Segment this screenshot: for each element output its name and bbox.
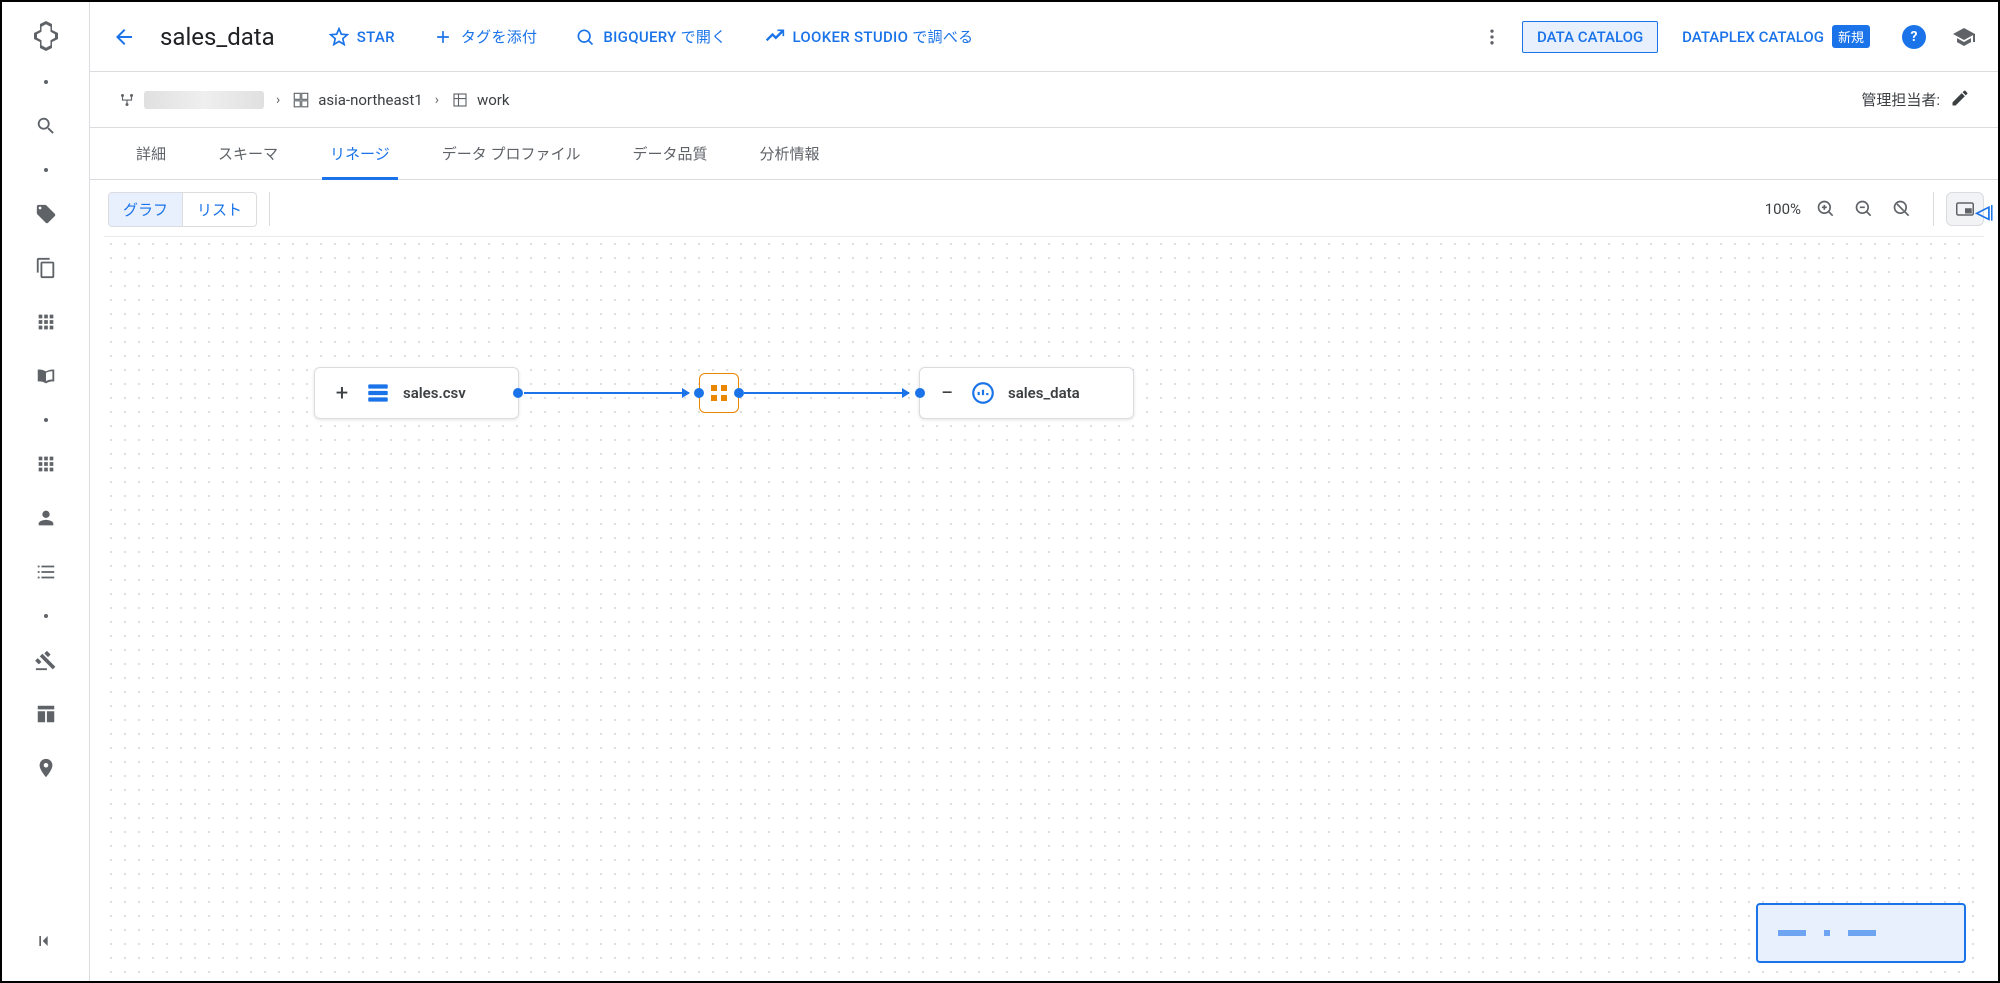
lineage-node-source[interactable]: + sales.csv	[314, 367, 519, 419]
rail-map-icon[interactable]	[22, 744, 70, 792]
open-bigquery-label: BIGQUERY で開く	[603, 26, 726, 47]
top-action-bar: sales_data STAR タグを添付 BIGQUERY で開く LOOKE…	[90, 2, 1998, 72]
page-title: sales_data	[160, 23, 275, 51]
lineage-edge	[524, 392, 689, 394]
rail-separator	[44, 168, 48, 172]
dataplex-catalog-label: DATAPLEX CATALOG	[1682, 28, 1824, 46]
dataplex-catalog-button[interactable]: DATAPLEX CATALOG 新規	[1668, 19, 1884, 54]
tabs: 詳細 スキーマ リネージ データ プロファイル データ品質 分析情報	[90, 128, 1998, 180]
rail-copy-icon[interactable]	[22, 244, 70, 292]
view-graph-toggle[interactable]: グラフ	[109, 193, 182, 226]
minimap-node	[1778, 930, 1806, 936]
rail-gavel-icon[interactable]	[22, 636, 70, 684]
toolbar-divider	[269, 192, 270, 226]
rail-grid-icon[interactable]	[22, 298, 70, 346]
rail-separator	[44, 614, 48, 618]
breadcrumb-dataset-label: work	[477, 91, 510, 109]
view-list-toggle[interactable]: リスト	[182, 193, 256, 226]
node-label: sales.csv	[403, 384, 466, 402]
back-button[interactable]	[104, 17, 144, 57]
collapse-node-button[interactable]: −	[936, 381, 958, 406]
looker-studio-label: LOOKER STUDIO で調べる	[793, 26, 974, 47]
lineage-minimap[interactable]	[1756, 903, 1966, 963]
bigquery-table-icon	[970, 380, 996, 406]
view-toggle-group: グラフ リスト	[108, 192, 257, 227]
node-input-port[interactable]	[915, 388, 925, 398]
rail-tags-icon[interactable]	[22, 190, 70, 238]
rail-book-icon[interactable]	[22, 352, 70, 400]
zoom-reset-button[interactable]	[1883, 190, 1921, 228]
lineage-toolbar: グラフ リスト 100%	[108, 190, 1984, 228]
tab-data-quality[interactable]: データ品質	[606, 128, 733, 179]
data-catalog-label: DATA CATALOG	[1537, 28, 1643, 46]
storage-icon	[365, 380, 391, 406]
looker-studio-button[interactable]: LOOKER STUDIO で調べる	[751, 18, 988, 55]
breadcrumb-region[interactable]: asia-northeast1	[292, 91, 423, 109]
attach-tag-label: タグを添付	[461, 26, 538, 47]
lineage-node-target[interactable]: − sales_data	[919, 367, 1134, 419]
minimap-node	[1824, 930, 1830, 936]
tab-data-profile[interactable]: データ プロファイル	[416, 128, 607, 179]
breadcrumb: › asia-northeast1 › work 管理担当者:	[90, 72, 1998, 128]
open-bigquery-button[interactable]: BIGQUERY で開く	[561, 18, 740, 55]
owner-label: 管理担当者:	[1861, 89, 1940, 110]
tab-lineage[interactable]: リネージ	[304, 128, 416, 179]
lineage-edge	[744, 392, 909, 394]
star-button[interactable]: STAR	[315, 19, 409, 55]
chevron-right-icon: ›	[435, 92, 439, 108]
rail-table-icon[interactable]	[22, 690, 70, 738]
node-input-port[interactable]	[694, 388, 704, 398]
lineage-process-node[interactable]	[699, 373, 739, 413]
rail-separator	[44, 418, 48, 422]
data-catalog-button[interactable]: DATA CATALOG	[1522, 21, 1658, 53]
new-badge: 新規	[1832, 25, 1870, 48]
tab-detail[interactable]: 詳細	[110, 128, 192, 179]
chevron-right-icon: ›	[276, 92, 280, 108]
overflow-menu-button[interactable]	[1472, 17, 1512, 57]
node-output-port[interactable]	[513, 388, 523, 398]
left-navigation-rail	[2, 2, 90, 981]
breadcrumb-project[interactable]	[118, 91, 264, 109]
tab-insights[interactable]: 分析情報	[733, 128, 845, 179]
zoom-label: 100%	[1765, 200, 1801, 218]
zoom-in-button[interactable]	[1807, 190, 1845, 228]
help-button[interactable]: ?	[1894, 17, 1934, 57]
lineage-canvas[interactable]: + sales.csv −	[104, 236, 1984, 981]
minimap-node	[1848, 930, 1876, 936]
breadcrumb-dataset[interactable]: work	[451, 91, 510, 109]
expand-node-button[interactable]: +	[331, 381, 353, 406]
rail-grid2-icon[interactable]	[22, 440, 70, 488]
project-id-redacted	[144, 91, 264, 109]
breadcrumb-region-label: asia-northeast1	[318, 91, 423, 109]
rail-search-icon[interactable]	[22, 102, 70, 150]
edit-owner-button[interactable]	[1950, 88, 1970, 112]
collapse-panel-button[interactable]: ◁|	[1976, 202, 1994, 223]
toolbar-divider	[1933, 192, 1934, 226]
tab-schema[interactable]: スキーマ	[192, 128, 304, 179]
rail-expand-button[interactable]	[22, 917, 70, 965]
node-output-port[interactable]	[734, 388, 744, 398]
node-label: sales_data	[1008, 384, 1080, 402]
rail-person-icon[interactable]	[22, 494, 70, 542]
attach-tag-button[interactable]: タグを添付	[419, 18, 552, 55]
learn-button[interactable]	[1944, 17, 1984, 57]
star-label: STAR	[357, 28, 395, 46]
product-logo[interactable]	[26, 16, 66, 56]
zoom-out-button[interactable]	[1845, 190, 1883, 228]
rail-list-icon[interactable]	[22, 548, 70, 596]
help-icon: ?	[1902, 25, 1926, 49]
rail-separator	[44, 80, 48, 84]
